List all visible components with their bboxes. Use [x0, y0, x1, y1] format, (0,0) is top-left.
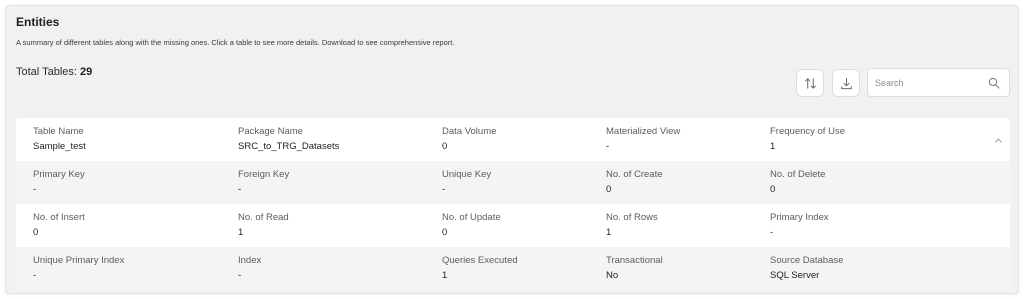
detail-value: - [770, 227, 774, 238]
detail-label: No. of Create [606, 169, 663, 180]
detail-materialized-view: Materialized View - [606, 126, 680, 152]
search-icon[interactable] [988, 77, 1000, 89]
page-title: Entities [16, 15, 60, 29]
detail-value: - [33, 270, 37, 281]
detail-value: - [238, 184, 242, 195]
total-tables-label: Total Tables: [16, 66, 81, 78]
detail-label: Primary Index [770, 212, 829, 223]
detail-value: SQL Server [770, 270, 820, 281]
detail-data-volume: Data Volume 0 [442, 126, 496, 152]
detail-label: Transactional [606, 255, 663, 266]
download-icon [840, 77, 852, 89]
entities-panel: Entities A summary of different tables a… [5, 5, 1019, 294]
detail-label: Frequency of Use [770, 126, 845, 137]
detail-no-of-delete: No. of Delete 0 [770, 169, 825, 195]
detail-label: Index [238, 255, 262, 266]
detail-label: No. of Insert [33, 212, 85, 223]
page-subtitle: A summary of different tables along with… [16, 38, 455, 47]
detail-primary-index: Primary Index - [770, 212, 829, 238]
detail-no-of-rows: No. of Rows 1 [606, 212, 658, 238]
detail-queries-executed: Queries Executed 1 [442, 255, 518, 281]
detail-value: Sample_test [33, 141, 86, 152]
detail-value: 1 [442, 270, 448, 281]
detail-label: Package Name [238, 126, 303, 137]
search-input[interactable] [875, 75, 983, 91]
detail-value: 1 [770, 141, 776, 152]
detail-label: No. of Update [442, 212, 501, 223]
detail-label: Table Name [33, 126, 84, 137]
detail-no-of-create: No. of Create 0 [606, 169, 663, 195]
detail-label: Primary Key [33, 169, 85, 180]
detail-label: No. of Rows [606, 212, 658, 223]
detail-value: - [238, 270, 242, 281]
download-button[interactable] [832, 69, 860, 97]
detail-unique-primary-index: Unique Primary Index - [33, 255, 124, 281]
detail-index: Index - [238, 255, 261, 281]
detail-value: 0 [606, 184, 612, 195]
detail-value: - [33, 184, 37, 195]
detail-value: - [606, 141, 610, 152]
entity-row-2: No. of Insert 0 No. of Read 1 No. of Upd… [16, 204, 1010, 247]
detail-label: Unique Primary Index [33, 255, 125, 266]
entity-row-1: Primary Key - Foreign Key - Unique Key -… [16, 161, 1010, 204]
entity-card[interactable]: Table Name Sample_test Package Name SRC_… [16, 118, 1010, 290]
detail-package-name: Package Name SRC_to_TRG_Datasets [238, 126, 339, 152]
search-box[interactable] [867, 68, 1010, 97]
detail-label: Queries Executed [442, 255, 518, 266]
detail-value: - [442, 184, 446, 195]
sort-button[interactable] [796, 69, 824, 97]
detail-value: 0 [442, 141, 448, 152]
detail-value: 0 [442, 227, 448, 238]
detail-no-of-insert: No. of Insert 0 [33, 212, 85, 238]
collapse-button[interactable] [992, 134, 1004, 146]
detail-unique-key: Unique Key - [442, 169, 491, 195]
detail-value: SRC_to_TRG_Datasets [238, 141, 340, 152]
detail-transactional: Transactional No [606, 255, 663, 281]
sort-icon [804, 77, 816, 89]
detail-label: No. of Delete [770, 169, 826, 180]
total-tables: Total Tables: 29 [16, 66, 92, 78]
total-tables-count: 29 [80, 66, 93, 78]
detail-label: Foreign Key [238, 169, 290, 180]
detail-value: 0 [33, 227, 39, 238]
detail-table-name: Table Name Sample_test [33, 126, 86, 152]
detail-frequency-of-use: Frequency of Use 1 [770, 126, 845, 152]
detail-no-of-update: No. of Update 0 [442, 212, 501, 238]
chevron-up-icon [994, 138, 1002, 142]
detail-label: Materialized View [606, 126, 681, 137]
entity-row-3: Unique Primary Index - Index - Queries E… [16, 247, 1010, 290]
detail-value: 1 [238, 227, 244, 238]
detail-label: No. of Read [238, 212, 289, 223]
detail-value: 0 [770, 184, 776, 195]
detail-label: Data Volume [442, 126, 497, 137]
detail-source-database: Source Database SQL Server [770, 255, 843, 281]
detail-value: No [606, 270, 619, 281]
detail-label: Unique Key [442, 169, 492, 180]
entity-row-0: Table Name Sample_test Package Name SRC_… [16, 118, 1010, 161]
detail-value: 1 [606, 227, 612, 238]
detail-label: Source Database [770, 255, 844, 266]
detail-no-of-read: No. of Read 1 [238, 212, 289, 238]
detail-foreign-key: Foreign Key - [238, 169, 289, 195]
detail-primary-key: Primary Key - [33, 169, 85, 195]
